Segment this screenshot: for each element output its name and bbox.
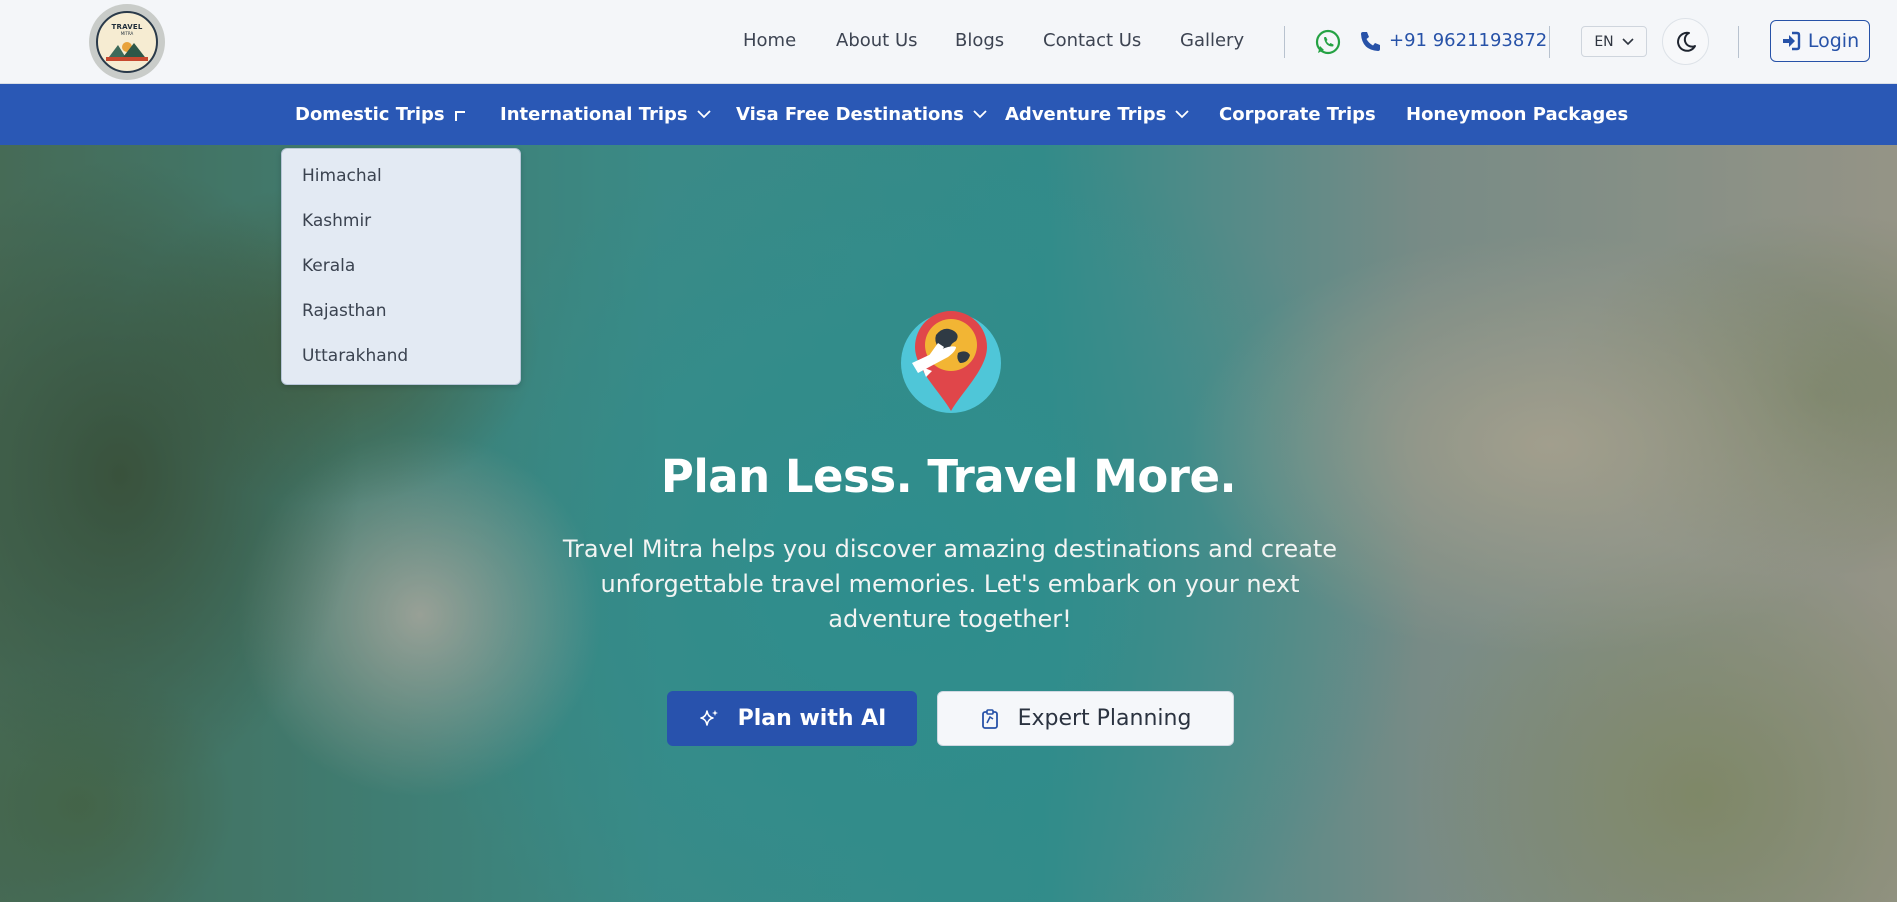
- nav-gallery-link[interactable]: Gallery: [1180, 30, 1244, 51]
- chevron-down-icon: [1175, 110, 1189, 119]
- cat-label: Adventure Trips: [1005, 104, 1167, 125]
- top-header: TRAVEL MITRA Home About Us Blogs Contact…: [0, 0, 1897, 84]
- chevron-down-icon: [973, 110, 987, 119]
- hero-description-line: unforgettable travel memories. Let's emb…: [600, 570, 1300, 598]
- nav-home-link[interactable]: Home: [743, 30, 796, 51]
- sparkle-icon: [699, 709, 718, 726]
- header-divider: [1549, 26, 1550, 58]
- dropdown-item-kashmir[interactable]: Kashmir: [302, 211, 371, 231]
- brand-logo[interactable]: TRAVEL MITRA: [89, 4, 165, 80]
- nav-contact-link[interactable]: Contact Us: [1043, 30, 1141, 51]
- dropdown-item-kerala[interactable]: Kerala: [302, 256, 355, 276]
- hero-description: Travel Mitra helps you discover amazing …: [540, 532, 1360, 637]
- dropdown-item-rajasthan[interactable]: Rajasthan: [302, 301, 387, 321]
- cat-label: International Trips: [500, 104, 688, 125]
- login-icon: [1782, 31, 1801, 51]
- hero-description-line: Travel Mitra helps you discover amazing …: [562, 535, 1338, 563]
- cat-label: Visa Free Destinations: [736, 104, 964, 125]
- theme-toggle-button[interactable]: [1662, 18, 1709, 65]
- plan-with-ai-label: Plan with AI: [737, 706, 887, 731]
- login-button[interactable]: Login: [1770, 20, 1870, 62]
- cat-honeymoon-packages[interactable]: Honeymoon Packages: [1406, 104, 1628, 125]
- clipboard-icon: [981, 708, 998, 729]
- cat-international-trips[interactable]: International Trips: [500, 104, 711, 125]
- logo-badge: TRAVEL MITRA: [96, 11, 158, 73]
- expert-planning-label: Expert Planning: [1017, 706, 1192, 731]
- cat-domestic-trips[interactable]: Domestic Trips: [295, 104, 466, 125]
- language-select[interactable]: EN: [1581, 26, 1647, 57]
- cat-label: Domestic Trips: [295, 104, 445, 125]
- nav-about-link[interactable]: About Us: [836, 30, 918, 51]
- cursor-corner-icon: [454, 110, 465, 121]
- header-divider: [1738, 26, 1739, 58]
- language-value: EN: [1594, 33, 1614, 50]
- logo-title: TRAVEL: [111, 23, 143, 31]
- logo-subtitle: MITRA: [120, 31, 134, 36]
- chevron-down-icon: [697, 110, 711, 119]
- dropdown-item-himachal[interactable]: Himachal: [302, 166, 382, 186]
- hero-description-line: adventure together!: [828, 605, 1072, 633]
- hero-title: Plan Less. Travel More.: [660, 450, 1237, 503]
- whatsapp-icon[interactable]: [1315, 29, 1341, 55]
- category-nav: Domestic Trips International Trips Visa …: [0, 84, 1897, 145]
- nav-blogs-link[interactable]: Blogs: [955, 30, 1004, 51]
- travel-pin-icon: [901, 311, 1001, 413]
- cat-visa-free-destinations[interactable]: Visa Free Destinations: [736, 104, 987, 125]
- phone-number-link[interactable]: +91 9621193872: [1389, 30, 1547, 51]
- moon-icon: [1676, 31, 1696, 52]
- header-divider: [1284, 26, 1285, 58]
- login-label: Login: [1807, 30, 1860, 52]
- cat-adventure-trips[interactable]: Adventure Trips: [1005, 104, 1189, 125]
- cat-corporate-trips[interactable]: Corporate Trips: [1219, 104, 1376, 125]
- cat-label: Honeymoon Packages: [1406, 104, 1629, 125]
- domestic-trips-dropdown: Himachal Kashmir Kerala Rajasthan Uttara…: [281, 148, 521, 385]
- plan-with-ai-button[interactable]: Plan with AI: [667, 691, 917, 746]
- expert-planning-button[interactable]: Expert Planning: [937, 691, 1234, 746]
- dropdown-item-uttarakhand[interactable]: Uttarakhand: [302, 346, 408, 366]
- cat-label: Corporate Trips: [1219, 104, 1376, 125]
- logo-mountain-icon: [106, 42, 148, 61]
- phone-icon[interactable]: [1358, 30, 1382, 54]
- chevron-down-icon: [1622, 37, 1634, 45]
